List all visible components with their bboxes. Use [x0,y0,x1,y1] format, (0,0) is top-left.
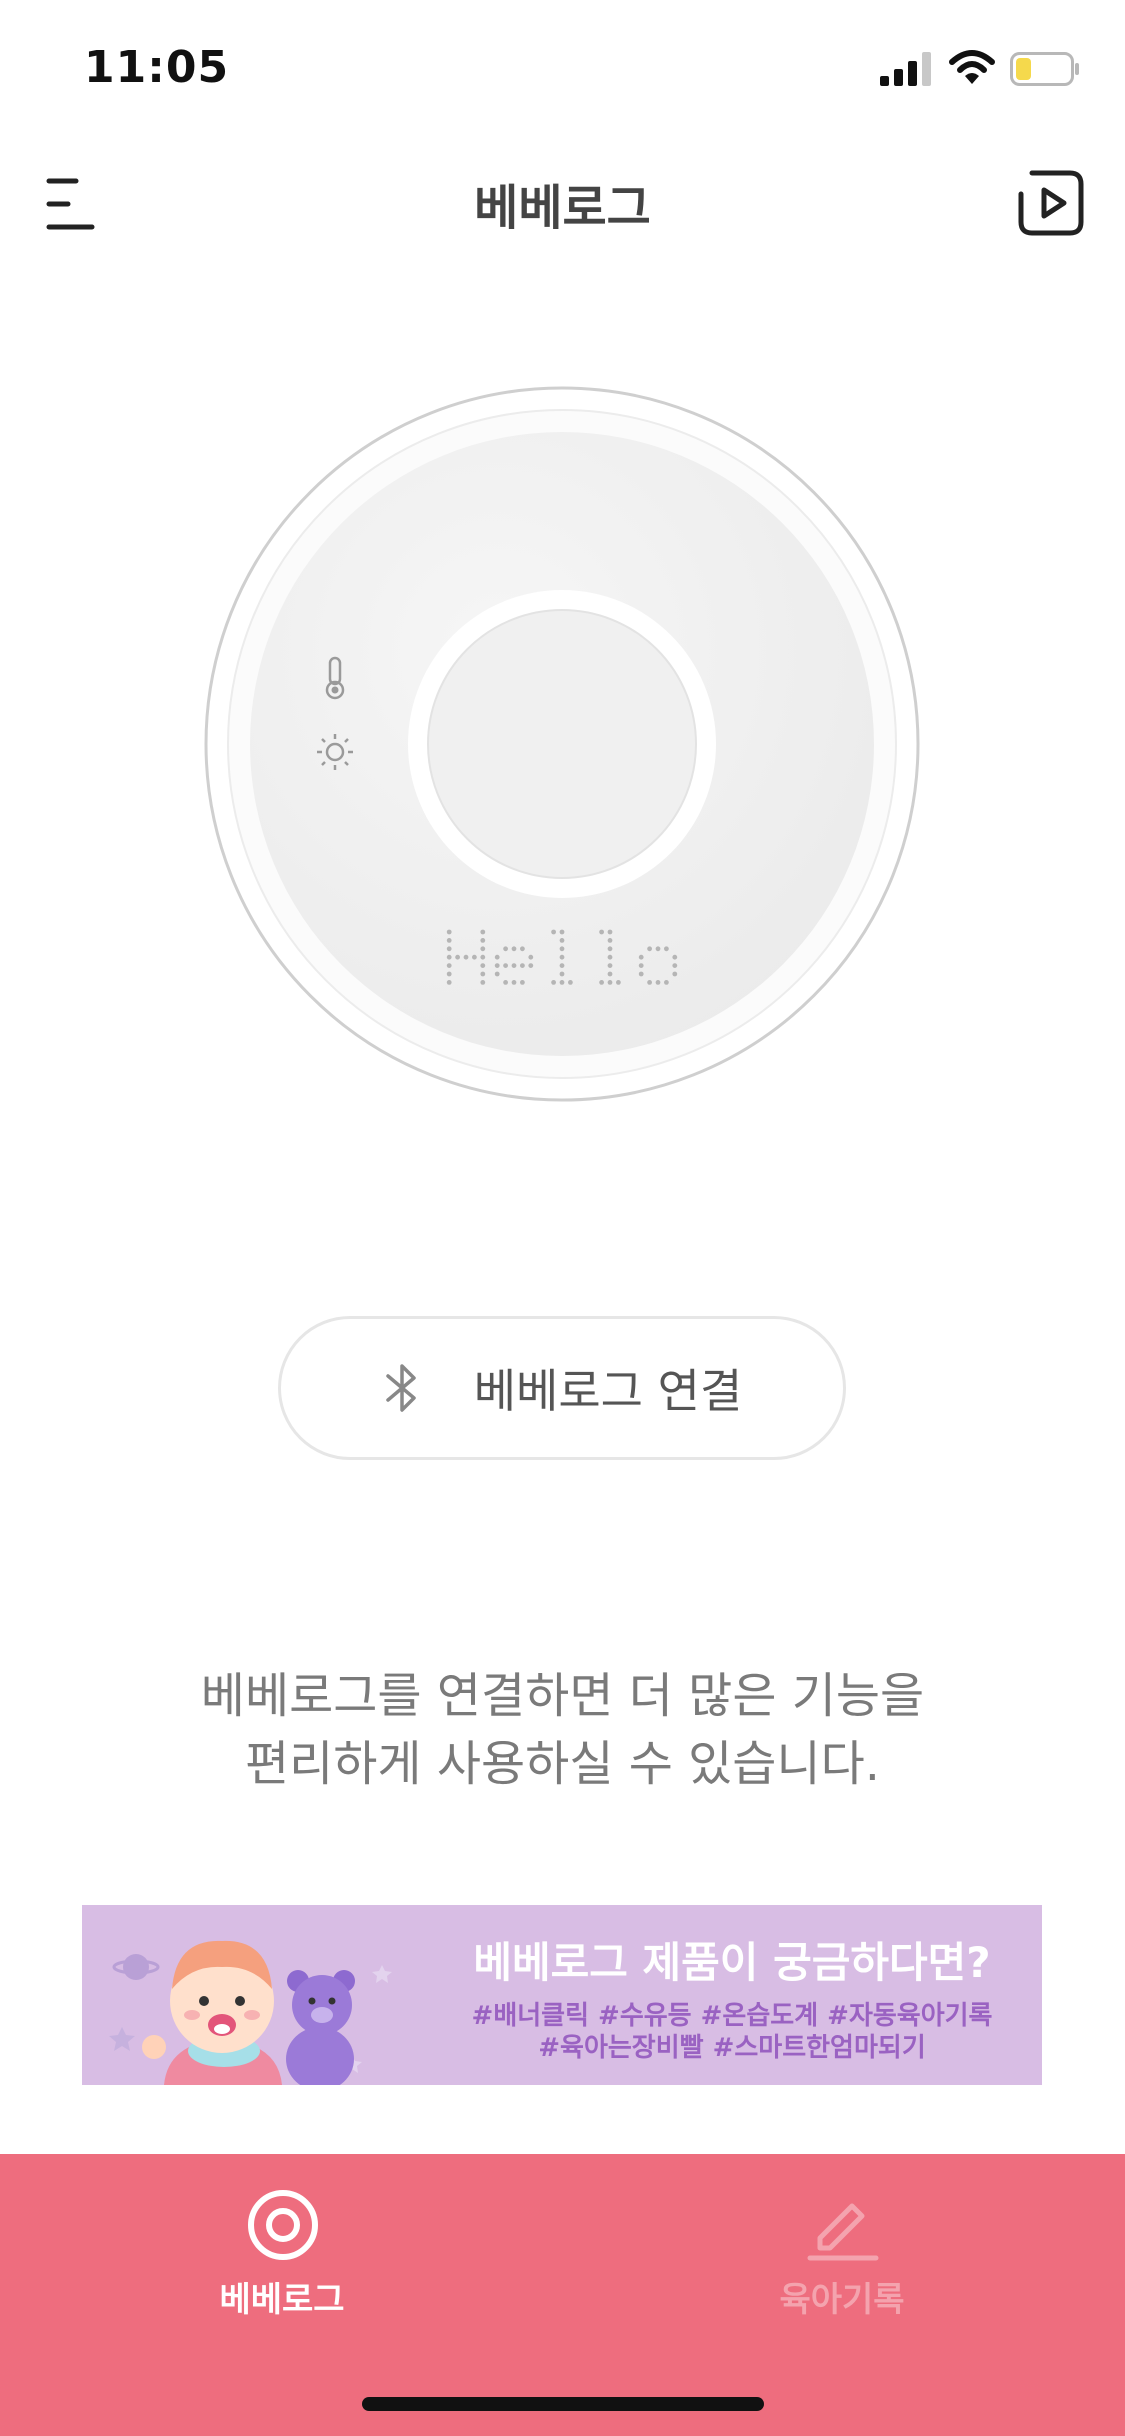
connect-device-button[interactable]: 베베로그 연결 [278,1316,846,1460]
status-time: 11:05 [84,42,230,93]
wifi-icon [949,50,995,84]
battery-icon [1010,52,1079,86]
device-illustration [204,386,920,1102]
banner-tags-line-2: #육아는장비빨 #스마트한엄마되기 [538,2033,926,2063]
tab-parenting-record-label: 육아기록 [779,2280,905,2320]
tab-bebelog-label: 베베로그 [219,2280,345,2320]
description-line-2: 편리하게 사용하실 수 있습니다. [244,1736,881,1792]
connect-button-label: 베베로그 연결 [473,1364,743,1418]
bluetooth-icon [385,1364,416,1412]
product-banner[interactable]: 베베로그 제품이 궁금하다면? #배너클릭 #수유등 #온습도계 #자동육아기록… [82,1905,1042,2085]
target-icon [248,2190,318,2260]
tab-parenting-record[interactable]: 육아기록 [692,2154,992,2354]
video-play-icon[interactable] [1018,170,1084,236]
pencil-icon [807,2203,879,2261]
banner-title: 베베로그 제품이 궁금하다면? [473,1938,991,1987]
description-line-1: 베베로그를 연결하면 더 많은 기능을 [200,1668,925,1724]
home-indicator [362,2397,764,2411]
baby-illustration [109,1940,392,2085]
connect-description: 베베로그를 연결하면 더 많은 기능을 편리하게 사용하실 수 있습니다. [0,1662,1125,1798]
bottom-tab-bar: 베베로그 육아기록 [0,2154,1125,2436]
signal-icon [880,52,931,86]
page-title: 베베로그 [474,180,651,236]
tab-bebelog[interactable]: 베베로그 [132,2154,432,2354]
